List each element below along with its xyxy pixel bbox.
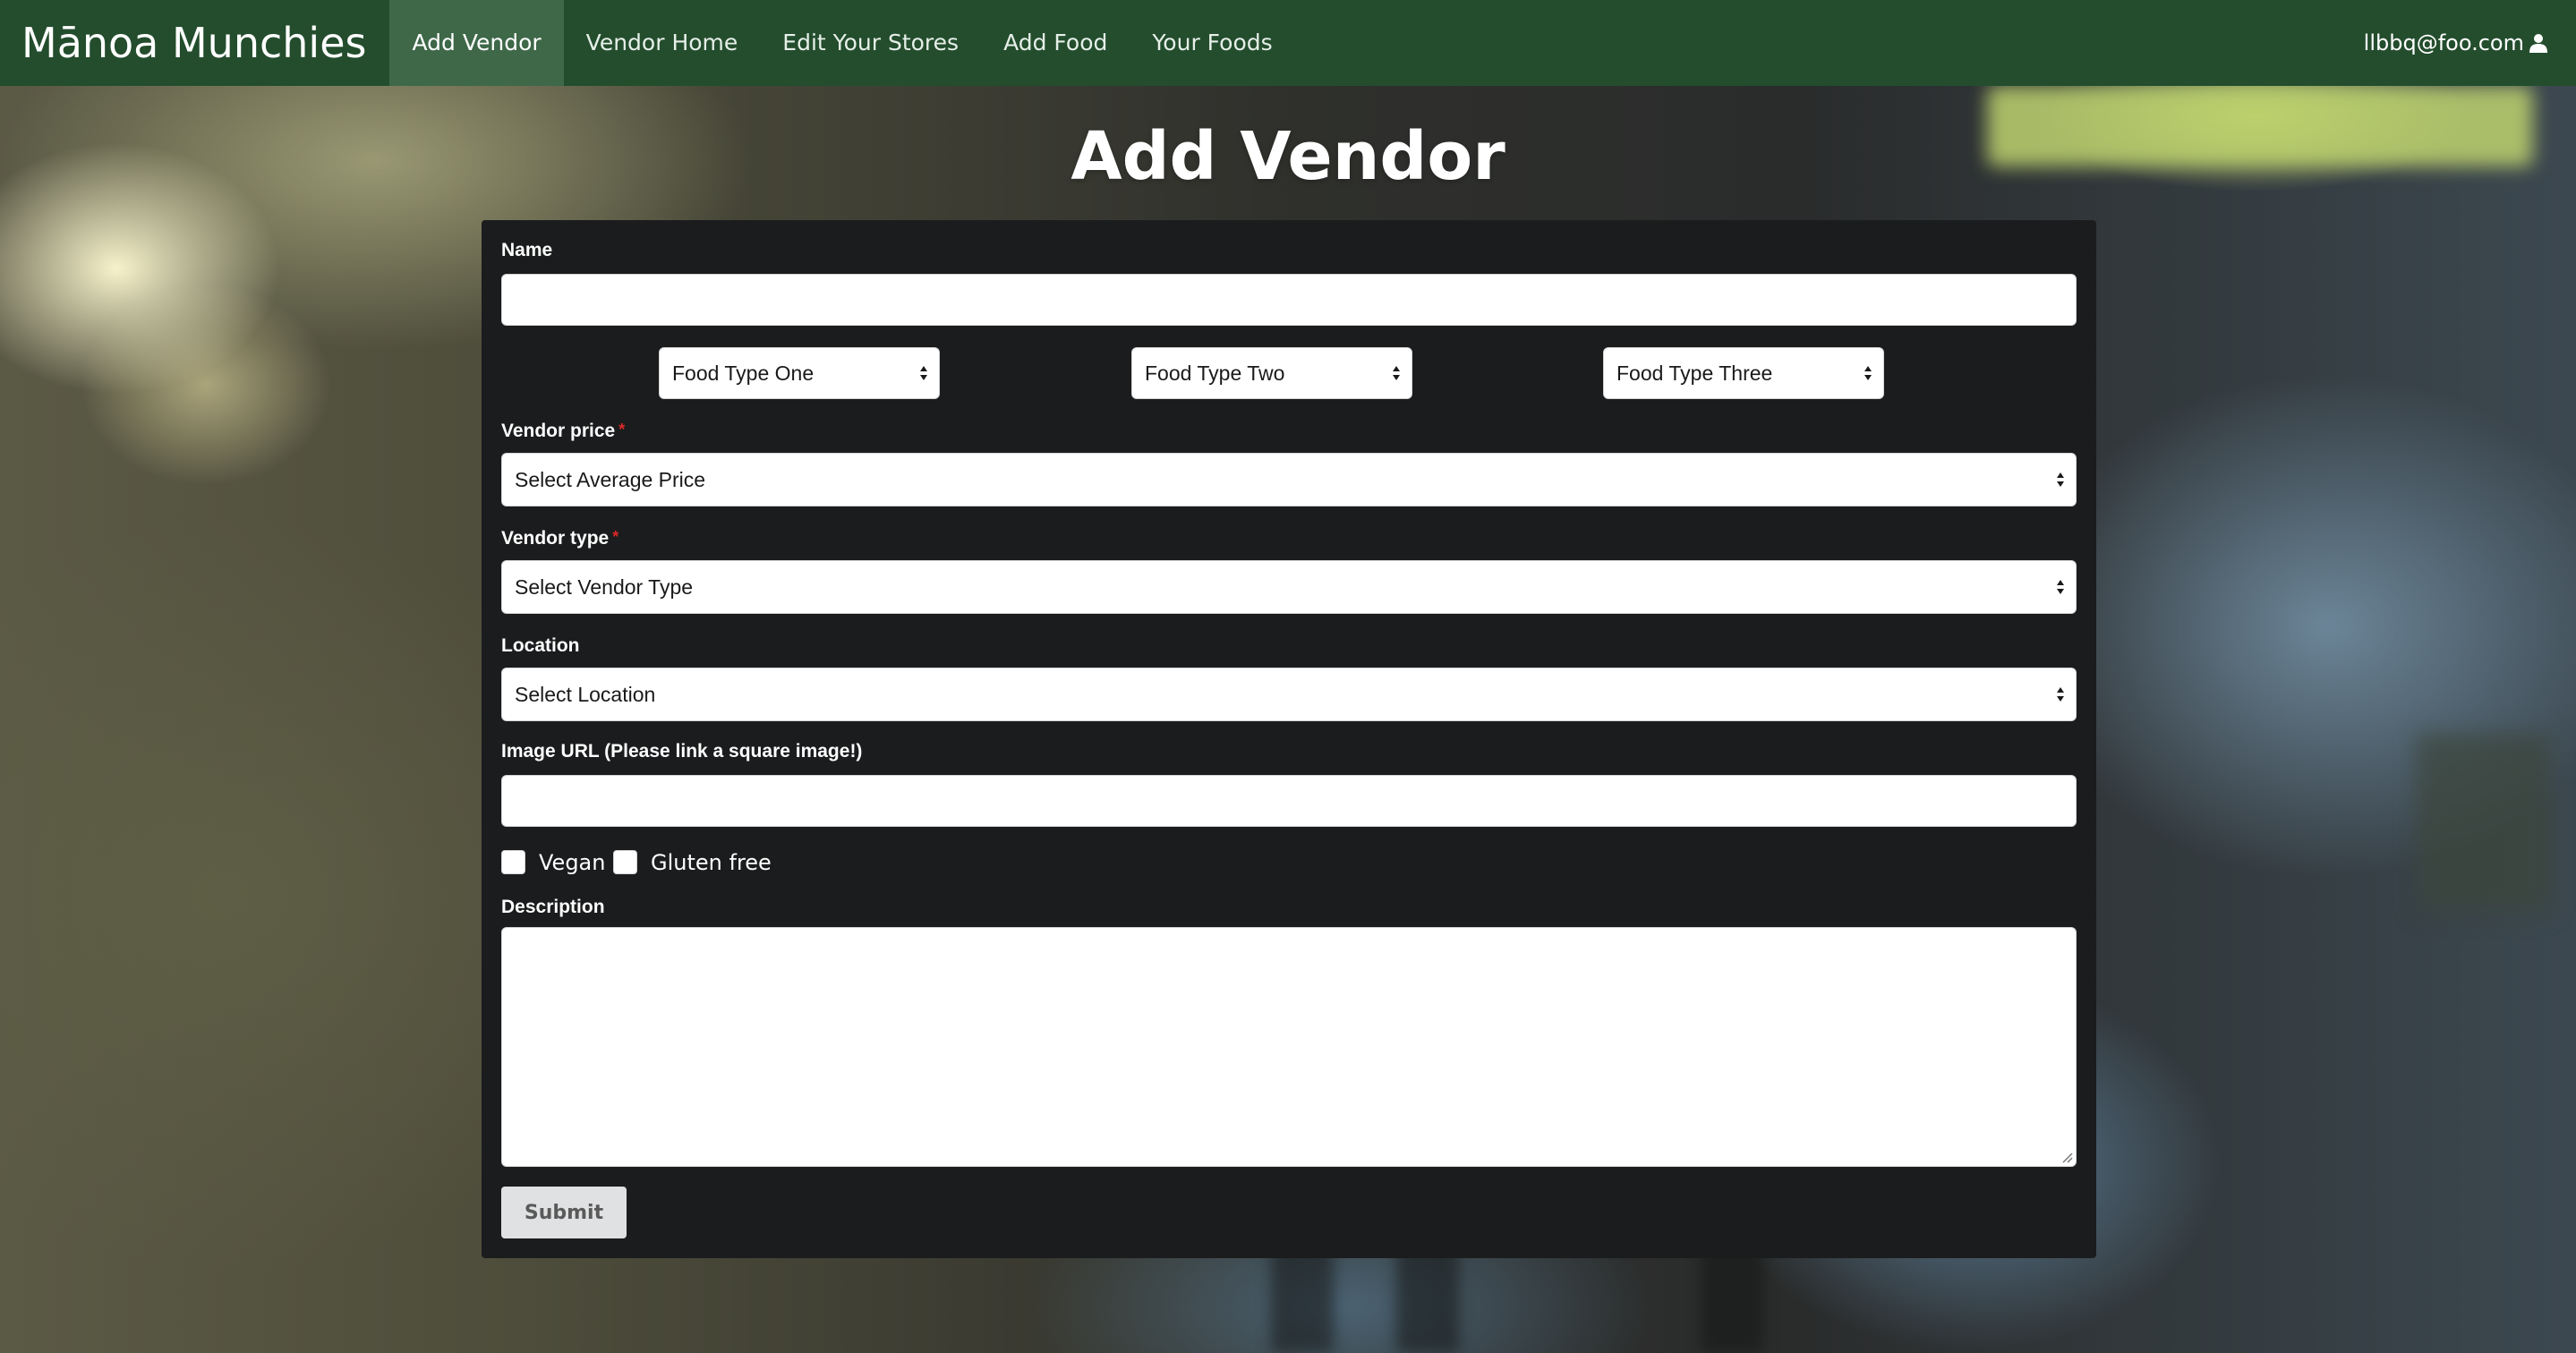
food-type-three-value: Food Type Three (1616, 361, 1773, 385)
submit-button[interactable]: Submit (501, 1187, 627, 1238)
description-textarea[interactable] (501, 927, 2077, 1167)
gluten-free-checkbox[interactable] (613, 850, 637, 874)
food-type-two-value: Food Type Two (1145, 361, 1285, 385)
brand-logo[interactable]: Mānoa Munchies (0, 0, 389, 86)
select-arrows-icon (1864, 366, 1872, 380)
select-arrows-icon (2057, 472, 2064, 487)
image-url-input[interactable] (501, 775, 2077, 827)
top-navbar: Mānoa Munchies Add Vendor Vendor Home Ed… (0, 0, 2576, 86)
name-input[interactable] (501, 274, 2077, 326)
required-marker: * (618, 421, 626, 438)
nav-vendor-home[interactable]: Vendor Home (564, 0, 761, 86)
select-arrows-icon (2057, 687, 2064, 702)
image-url-label: Image URL (Please link a square image!) (501, 741, 863, 762)
vendor-price-value: Select Average Price (515, 467, 706, 491)
select-arrows-icon (1393, 366, 1400, 380)
location-value: Select Location (515, 682, 656, 706)
vegan-label[interactable]: Vegan (539, 850, 605, 875)
nav-add-vendor[interactable]: Add Vendor (389, 0, 564, 86)
name-label: Name (501, 240, 553, 260)
food-type-three-select[interactable]: Food Type Three (1603, 347, 1884, 399)
user-menu[interactable]: llbbq@foo.com (2364, 0, 2576, 86)
gluten-free-label[interactable]: Gluten free (651, 850, 772, 875)
vendor-price-select[interactable]: Select Average Price (501, 453, 2077, 506)
required-marker: * (612, 528, 619, 546)
user-email: llbbq@foo.com (2363, 30, 2524, 55)
location-label: Location (501, 635, 580, 656)
vegan-checkbox[interactable] (501, 850, 525, 874)
description-label: Description (501, 897, 605, 917)
vendor-type-value: Select Vendor Type (515, 574, 694, 599)
page-title: Add Vendor (1070, 118, 1506, 195)
nav-edit-your-stores[interactable]: Edit Your Stores (760, 0, 981, 86)
select-arrows-icon (920, 366, 927, 380)
vendor-type-label: Vendor type * (501, 528, 618, 549)
vendor-type-label-text: Vendor type (501, 528, 610, 549)
vendor-price-label: Vendor price * (501, 421, 625, 442)
user-icon (2529, 34, 2547, 53)
location-select[interactable]: Select Location (501, 668, 2077, 721)
background-window (2417, 734, 2551, 913)
vendor-price-label-text: Vendor price (501, 421, 616, 441)
resize-grip-icon[interactable] (2060, 1151, 2073, 1163)
select-arrows-icon (2057, 580, 2064, 594)
vendor-type-select[interactable]: Select Vendor Type (501, 560, 2077, 614)
nav-your-foods[interactable]: Your Foods (1130, 0, 1294, 86)
food-type-two-select[interactable]: Food Type Two (1131, 347, 1412, 399)
nav-add-food[interactable]: Add Food (981, 0, 1130, 86)
food-type-one-select[interactable]: Food Type One (659, 347, 940, 399)
add-vendor-form: Name Food Type One Food Type Two Food Ty… (482, 220, 2096, 1258)
food-type-one-value: Food Type One (672, 361, 815, 385)
